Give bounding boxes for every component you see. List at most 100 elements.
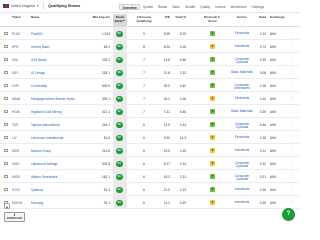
company-name-link[interactable]: Plus500 [31,32,43,36]
piotroski-badge: 7 [210,57,215,62]
column-header-yield[interactable]: Yield % [174,15,186,20]
row-checkbox[interactable] [4,109,8,113]
row-checkbox[interactable] [4,96,8,100]
row-checkbox[interactable] [4,70,8,74]
row-menu-icon[interactable]: ⋮ [290,109,294,113]
tab-income[interactable]: Income [213,4,228,10]
sector-link[interactable]: Financials [230,31,254,35]
company-name-link[interactable]: Walker Greenbank [31,175,57,179]
ticker-link[interactable]: CVR [12,84,19,88]
stockrank-badge: 98 [116,69,123,76]
column-header-screens[interactable]: # Screens Qualifying [133,15,155,23]
row-menu-icon[interactable]: ⋮ [290,96,294,100]
company-name-link[interactable]: Highland Gold Mining [31,110,61,114]
row-checkbox[interactable] [4,122,8,126]
tab-quotes[interactable]: Quotes [140,4,155,10]
row-menu-icon[interactable]: ⋮ [290,161,294,165]
tab-quality[interactable]: Quality [198,4,213,10]
company-name-link[interactable]: Livermore Investments [31,136,63,140]
sector-link[interactable]: Industrials [230,200,254,204]
column-header-piotroski[interactable]: Piotroski F-Score [200,15,225,23]
tab-momentum[interactable]: Momentum [228,4,249,10]
row-menu-icon[interactable]: ⋮ [290,57,294,61]
row-checkbox[interactable] [4,174,8,178]
tab-ranks[interactable]: Ranks [155,4,169,10]
company-name-link[interactable]: Conviviality [31,84,47,88]
column-header-stockrank[interactable]: Stock Rank™ [113,14,127,26]
row-checkbox[interactable] [4,57,8,61]
ticker-link[interactable]: IGR [12,71,18,75]
column-header-mktcap[interactable]: Mkt Cap £m [92,15,110,20]
ticker-link[interactable]: PLUS [12,32,20,36]
tab-holdings[interactable]: Holdings [249,4,266,10]
ticker-link[interactable]: SYS1 [12,188,20,192]
tab-growth[interactable]: Growth [182,4,197,10]
row-checkbox[interactable] [4,187,8,191]
sector-link[interactable]: Consumer Cyclicals [230,122,254,130]
row-menu-icon[interactable]: ⋮ [290,187,294,191]
sector-link[interactable]: Consumer Cyclicals [230,174,254,182]
column-header-ticker[interactable]: Ticker [12,15,21,20]
company-name-link[interactable]: Mortgage Advice Bureau Holdi... [31,97,77,101]
row-menu-icon[interactable]: ⋮ [290,31,294,35]
ticker-link[interactable]: WGB [12,175,20,179]
column-header-exchange[interactable]: Exchange [270,15,285,20]
column-header-sector[interactable]: Sector [230,15,254,20]
sector-link[interactable]: Consumer Defensives [230,83,254,91]
sector-link[interactable]: Industrials [230,44,254,48]
company-name-link[interactable]: Medica Group [31,149,51,153]
region-selector[interactable]: United Kingdom ▼ [3,2,45,10]
sector-link[interactable]: Industrials [230,187,254,191]
row-checkbox[interactable] [4,135,8,139]
column-header-name[interactable]: Name [31,15,39,20]
tab-value[interactable]: Value [170,4,183,10]
pe-value: 13.8 [163,57,170,62]
company-name-link[interactable]: Harvey Nash [31,45,49,49]
column-header-beta[interactable]: Beta [256,15,266,20]
tab-overview[interactable]: Overview [119,3,141,10]
row-menu-icon[interactable]: ⋮ [290,174,294,178]
sector-link[interactable]: Financials [230,135,254,139]
row-checkbox[interactable] [4,31,8,35]
row-menu-icon[interactable]: ⋮ [290,44,294,48]
download-button[interactable]: ⬇ DOWNLOAD [4,212,25,222]
row-checkbox[interactable] [4,161,8,165]
stockrank-badge: 93 [116,199,123,206]
sector-link[interactable]: Financials [230,96,254,100]
ticker-link[interactable]: MGS [12,149,19,153]
sector-link[interactable]: Basic Materials [230,109,254,113]
ticker-link[interactable]: MOON [12,201,22,205]
pe-value: 18.2 [163,174,170,179]
ticker-link[interactable]: LIV [12,136,17,140]
column-header-pe[interactable]: P/E [159,15,170,20]
row-menu-icon[interactable]: ⋮ [290,122,294,126]
row-menu-icon[interactable]: ⋮ [290,83,294,87]
company-name-link[interactable]: ICM Media [31,58,46,62]
ticker-link[interactable]: HGM [12,110,19,114]
row-checkbox[interactable] [4,148,8,152]
row-menu-icon[interactable]: ⋮ [290,148,294,152]
ticker-link[interactable]: OMG [12,162,20,166]
row-menu-icon[interactable]: ⋮ [290,200,294,204]
ticker-link[interactable]: MAB1 [12,97,21,101]
company-name-link[interactable]: System1 [31,188,43,192]
company-name-link[interactable]: IG Design [31,71,45,75]
ticker-link[interactable]: TAP [12,123,18,127]
row-checkbox[interactable] [4,83,8,87]
company-name-link[interactable]: Oakwood Holdings [31,162,58,166]
scroll-up-icon[interactable]: ▲ [4,203,10,209]
row-checkbox[interactable] [4,44,8,48]
row-menu-icon[interactable]: ⋮ [290,135,294,139]
help-chat-icon[interactable]: ? [282,208,295,221]
sector-link[interactable]: Industrials [230,148,254,152]
sector-link[interactable]: Consumer Cyclicals [230,161,254,169]
sector-link[interactable]: Basic Materials [230,70,254,74]
ticker-link[interactable]: HFR [12,45,19,49]
company-name-link[interactable]: Taptica International [31,123,60,127]
screens-count: 7 [143,70,145,75]
company-name-link[interactable]: Moonpig [31,201,43,205]
sector-link[interactable]: Consumer Cyclicals [230,57,254,65]
row-menu-icon[interactable]: ⋮ [290,70,294,74]
ticker-link[interactable]: ICM [12,58,18,62]
mktcap-value: 81.6 [103,135,110,140]
